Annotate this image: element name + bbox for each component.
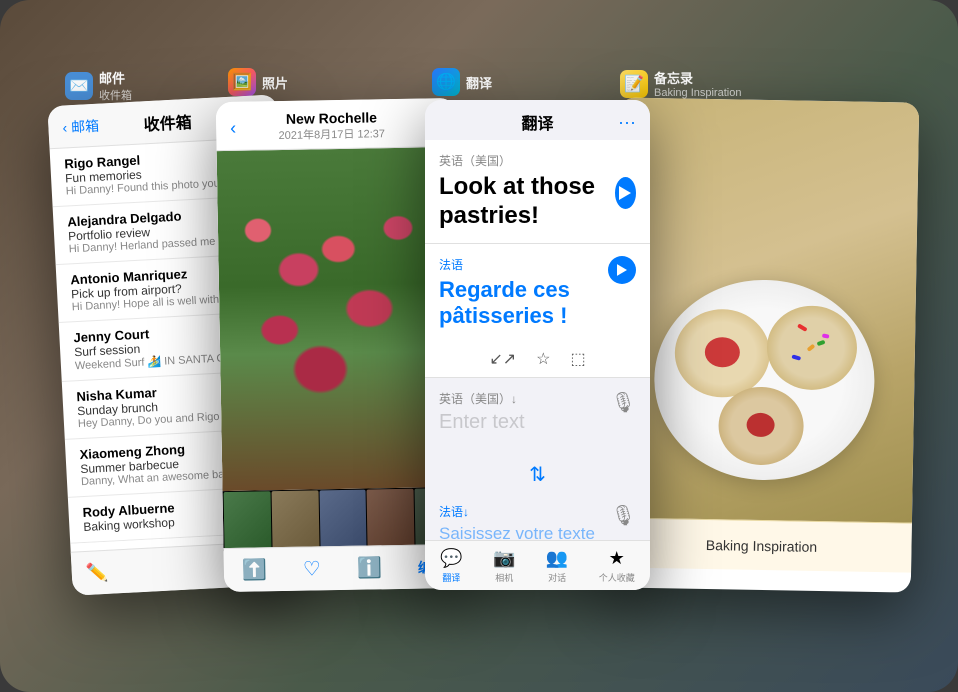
translate-target-text: Regarde ces pâtisseries ! <box>439 277 636 330</box>
notes-card[interactable]: Baking Inspiration <box>611 97 920 592</box>
swap-icon[interactable]: ↙↗ <box>489 349 516 369</box>
swap-languages-icon[interactable]: ⇅ <box>529 462 546 487</box>
translate-app-header: 🌐 翻译 <box>432 68 492 96</box>
translate-mic-output[interactable]: 🎙 <box>611 503 636 528</box>
photos-location: New Rochelle <box>278 109 385 127</box>
mail-back-chevron: ‹ <box>62 119 68 135</box>
translate-target-section: 法语 Regarde ces pâtisseries ! <box>425 243 650 342</box>
thumbnail[interactable] <box>271 490 319 549</box>
photos-share-button[interactable]: ⬆️ <box>242 557 267 582</box>
mail-app-header: ✉️ 邮件 收件箱 <box>65 68 132 103</box>
photos-app-header: 🖼️ 照片 <box>228 68 288 96</box>
favorites-tab-label: 个人收藏 <box>599 571 635 584</box>
translate-target-lang: 法语 <box>439 256 636 273</box>
translate-footer-tabs: 💬 翻译 📷 相机 👥 对话 ★ 个人收藏 <box>425 540 650 590</box>
photos-app-icon: 🖼️ <box>228 68 256 96</box>
notes-footer: Baking Inspiration <box>611 517 912 572</box>
app-switcher: ✉️ 邮件 收件箱 ‹ 邮箱 收件箱 编辑 Rigo Rangel Fun me… <box>0 0 958 692</box>
thumbnail[interactable] <box>367 489 415 548</box>
translate-source-text: Look at those pastries! <box>439 173 615 231</box>
translate-actions-row: ↙↗ ☆ ⬚ <box>425 341 650 378</box>
conversation-tab-icon: 👥 <box>546 548 568 569</box>
translate-mic-input[interactable]: 🎙 <box>611 390 636 415</box>
camera-tab-label: 相机 <box>495 571 513 584</box>
cookie-1 <box>674 308 771 398</box>
translate-tab-icon: 💬 <box>440 548 462 569</box>
camera-tab-icon: 📷 <box>493 548 515 569</box>
mail-app-icon: ✉️ <box>65 72 93 100</box>
photos-back-chevron[interactable]: ‹ <box>230 117 236 138</box>
translate-source-section: 英语（美国） Look at those pastries! <box>425 140 650 243</box>
translate-more-icon[interactable]: ··· <box>618 112 636 133</box>
tab-camera[interactable]: 📷 相机 <box>493 548 515 584</box>
notes-image <box>612 97 919 522</box>
favorite-icon[interactable]: ☆ <box>536 349 550 369</box>
translate-source-lang: 英语（美国） <box>439 152 636 169</box>
translate-card[interactable]: 翻译 ··· 英语（美国） Look at those pastries! 法语… <box>425 100 650 590</box>
photos-date: 2021年8月17日 12:37 <box>278 125 385 143</box>
translate-topbar: 翻译 ··· <box>425 100 650 140</box>
translate-swap-divider[interactable]: ⇅ <box>425 458 650 491</box>
compose-icon[interactable]: ✏️ <box>85 562 108 584</box>
translate-app-name: 翻译 <box>466 73 492 92</box>
thumbnail[interactable] <box>319 490 367 549</box>
translate-play-source-button[interactable] <box>615 177 636 209</box>
translate-app-icon: 🌐 <box>432 68 460 96</box>
notes-app-icon: 📝 <box>620 70 648 98</box>
photos-favorite-button[interactable]: ♡ <box>303 556 321 581</box>
tab-conversation[interactable]: 👥 对话 <box>546 548 568 584</box>
cookie-2 <box>766 305 857 391</box>
translate-input-lang: 英语（美国）↓ <box>439 390 636 407</box>
mail-back[interactable]: ‹ 邮箱 <box>62 116 100 138</box>
mail-app-name: 邮件 <box>99 68 132 87</box>
notes-note-title: Baking Inspiration <box>654 87 741 99</box>
mail-title: 收件箱 <box>143 109 192 135</box>
share-icon[interactable]: ⬚ <box>571 349 586 369</box>
notes-app-name: 备忘录 <box>654 68 741 87</box>
translate-input-placeholder[interactable]: Enter text <box>439 411 636 434</box>
notes-app-header: 📝 备忘录 Baking Inspiration <box>620 68 741 99</box>
photos-topbar: ‹ New Rochelle 2021年8月17日 12:37 ⬆ <box>216 98 457 151</box>
cookies-background <box>612 97 919 522</box>
translate-play-target-button[interactable] <box>608 256 636 284</box>
mail-app-subtitle: 收件箱 <box>99 87 132 103</box>
conversation-tab-label: 对话 <box>548 571 566 584</box>
translate-output-lang: 法语↓ <box>439 503 636 520</box>
tab-translate[interactable]: 💬 翻译 <box>440 548 462 584</box>
favorites-tab-icon: ★ <box>609 548 625 569</box>
thumbnail[interactable] <box>224 491 272 550</box>
photos-app-name: 照片 <box>262 73 288 92</box>
photos-info-button[interactable]: ℹ️ <box>357 555 382 580</box>
translate-title: 翻译 <box>521 110 553 134</box>
translate-input-section[interactable]: 英语（美国）↓ Enter text 🎙 <box>425 378 650 458</box>
mail-back-label: 邮箱 <box>71 116 100 137</box>
notes-title: Baking Inspiration <box>706 536 818 554</box>
cookie-3 <box>718 386 804 465</box>
tab-favorites[interactable]: ★ 个人收藏 <box>599 548 635 584</box>
translate-tab-label: 翻译 <box>442 571 460 584</box>
